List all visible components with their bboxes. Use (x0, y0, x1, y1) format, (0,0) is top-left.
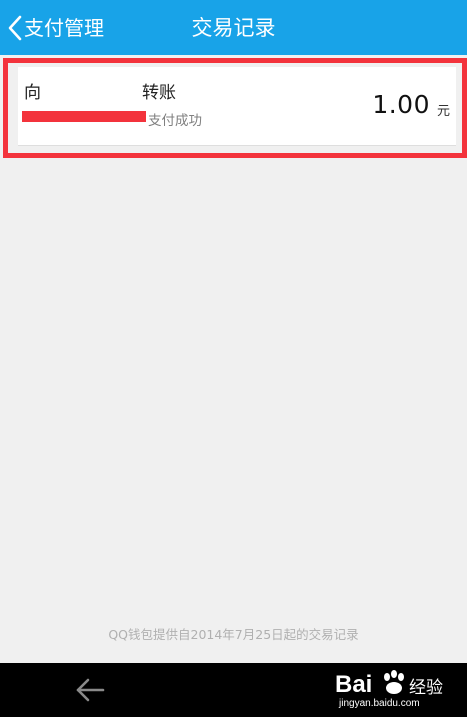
screen: 支付管理 交易记录 向 转账 支付成功 1.00 元 QQ钱包提供自2014年7… (0, 0, 467, 717)
watermark-label: 经验 (409, 678, 443, 698)
currency-unit: 元 (436, 104, 450, 119)
transaction-prefix: 向 (24, 83, 41, 103)
paw-icon (381, 669, 407, 701)
page-title: 交易记录 (191, 16, 276, 40)
baidu-watermark: Bai 经验 jingyan.baidu.com (335, 667, 455, 715)
highlight-frame: 向 转账 支付成功 1.00 元 (3, 58, 467, 158)
transaction-amount: 1.00 (372, 90, 430, 119)
transaction-status: 支付成功 (148, 113, 202, 129)
system-nav-bar: Bai 经验 jingyan.baidu.com (0, 663, 467, 717)
header-bar: 支付管理 交易记录 (0, 0, 467, 55)
watermark-brand: Bai (335, 671, 373, 698)
watermark-url: jingyan.baidu.com (339, 698, 420, 709)
transaction-row[interactable]: 向 转账 支付成功 1.00 元 (18, 67, 456, 146)
arrow-left-icon[interactable] (74, 677, 106, 703)
redaction-bar (22, 111, 146, 122)
records-note: QQ钱包提供自2014年7月25日起的交易记录 (108, 627, 359, 642)
transaction-type: 转账 (142, 83, 176, 103)
